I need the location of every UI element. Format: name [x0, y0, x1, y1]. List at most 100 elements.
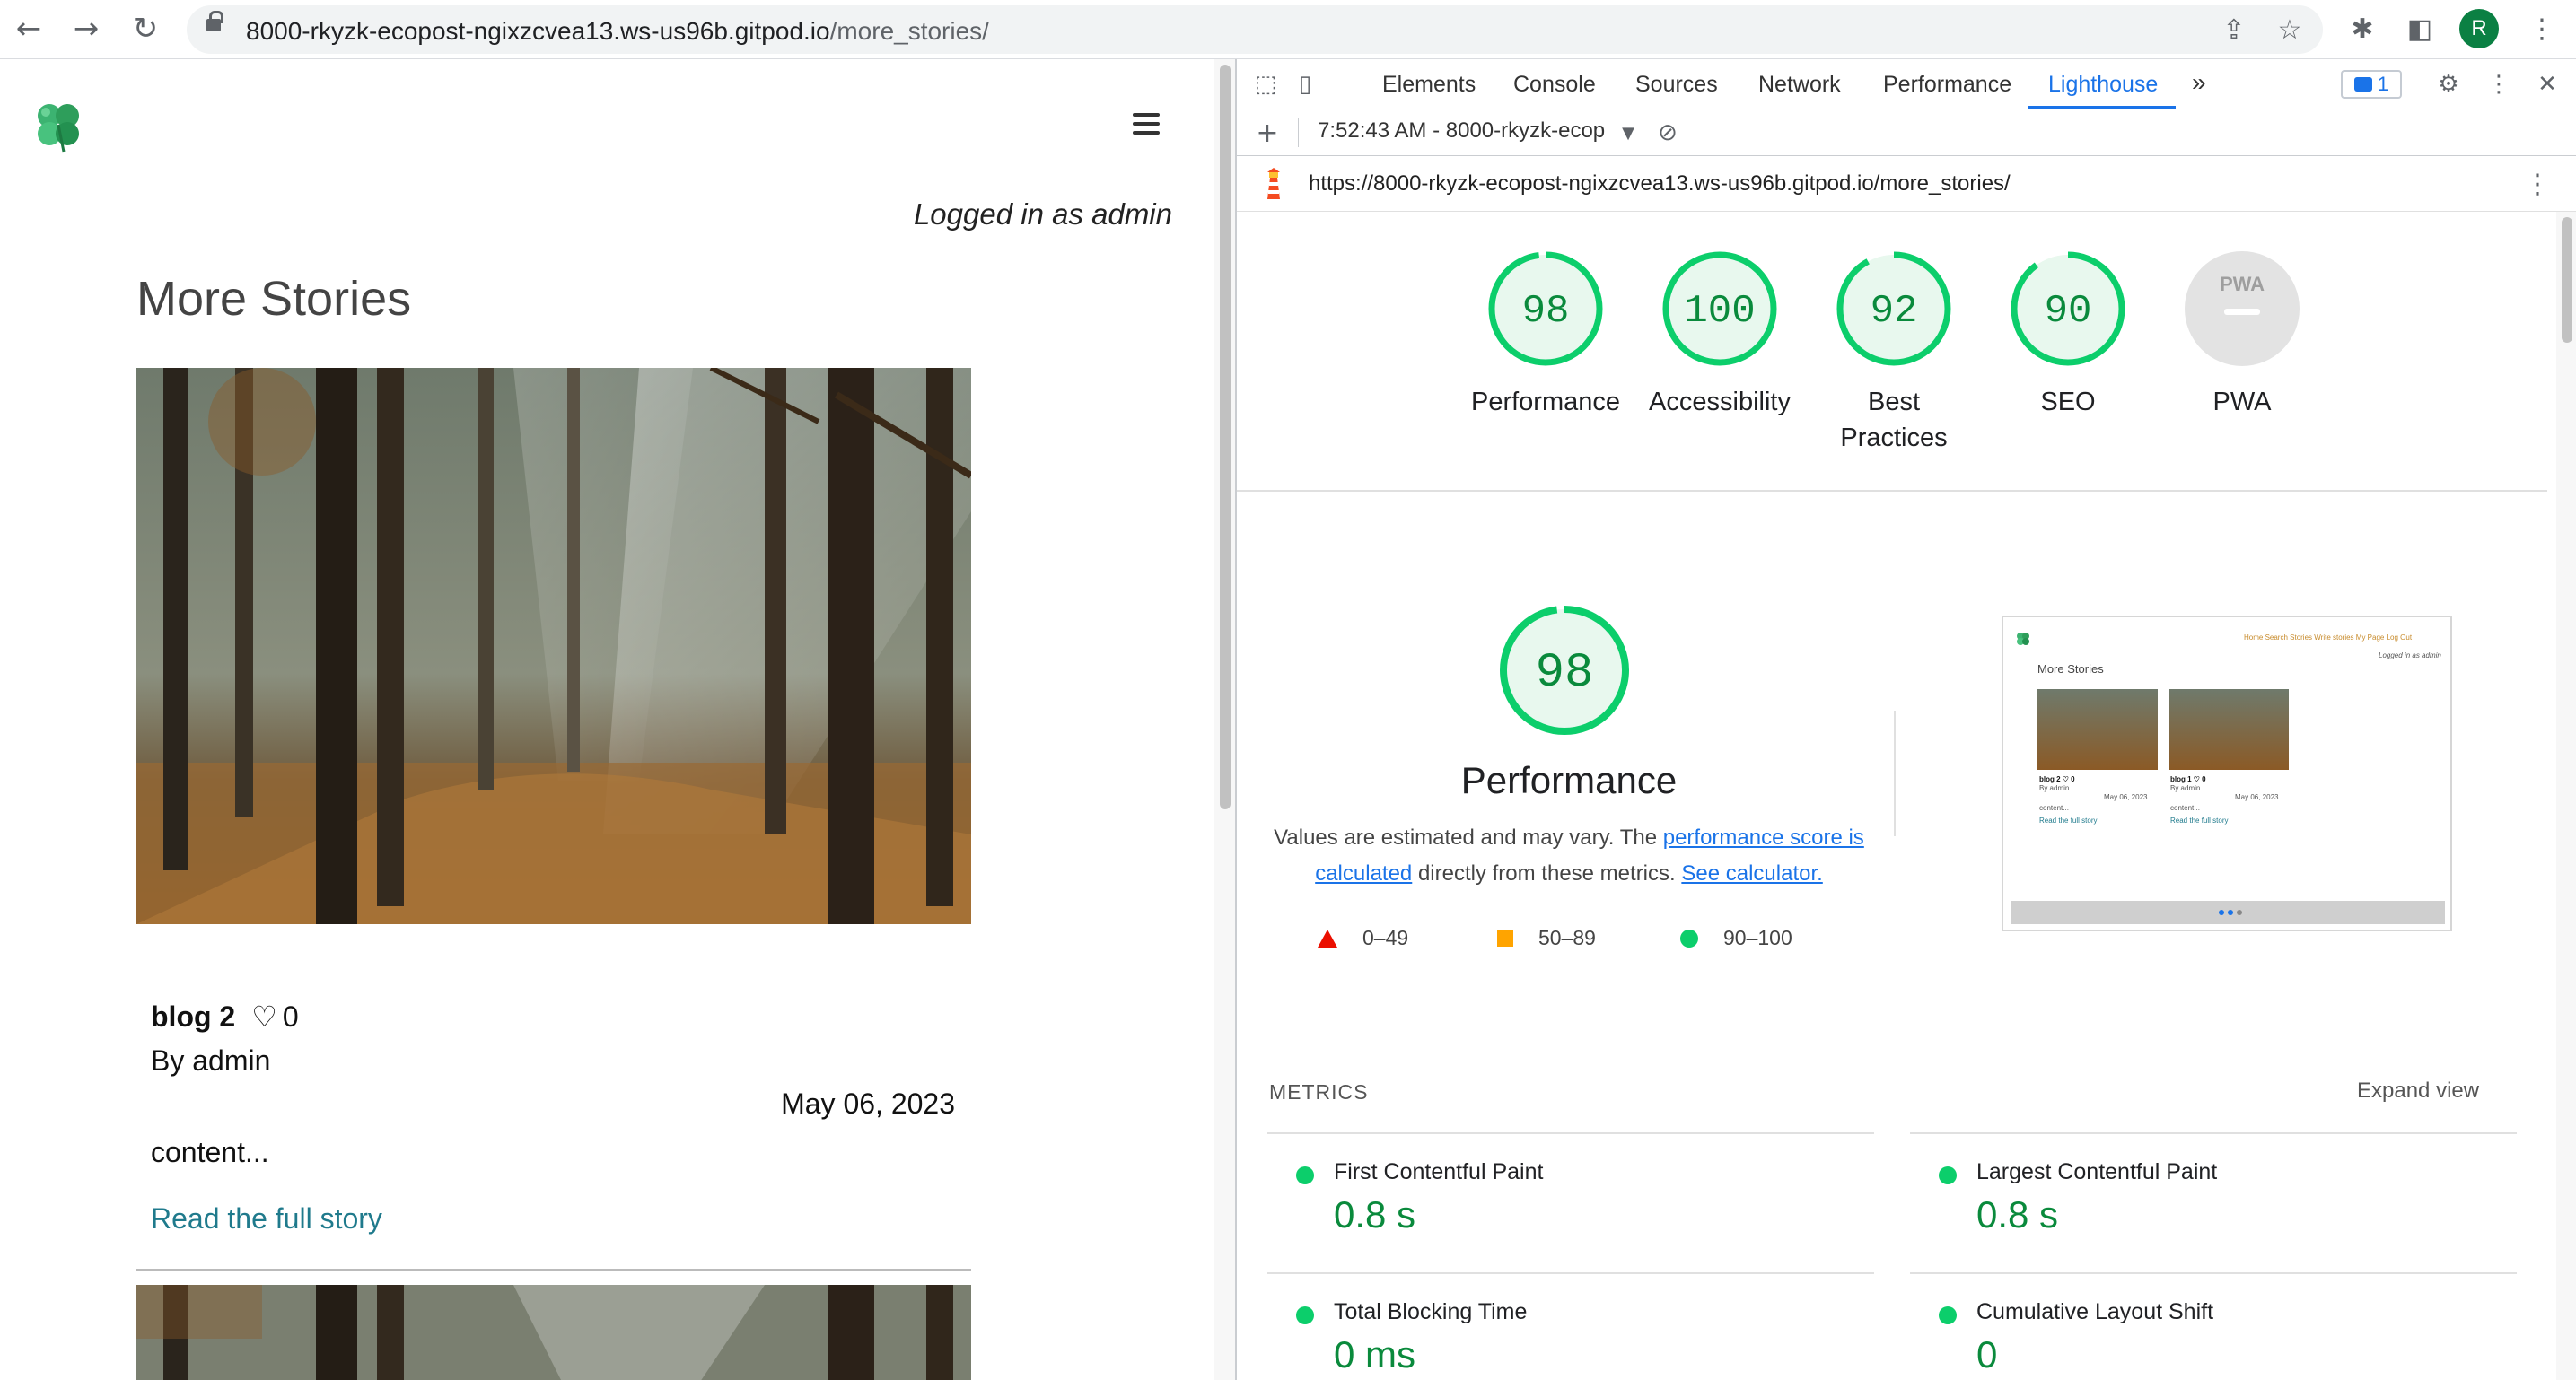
metric-fcp: First Contentful Paint 0.8 s: [1296, 1159, 1853, 1249]
gauge-seo[interactable]: 90: [2009, 249, 2127, 368]
side-panel-icon[interactable]: ◧: [2400, 9, 2440, 48]
see-calculator-link[interactable]: See calculator.: [1681, 861, 1822, 886]
tab-sources[interactable]: Sources: [1635, 72, 1718, 98]
thumb-logged-in: Logged in as admin: [2379, 651, 2441, 659]
gauge-label: SEO: [2040, 388, 2096, 416]
pass-circle-icon: [1296, 1166, 1314, 1184]
report-selector[interactable]: 7:52:43 AM - 8000-rkyzk-ecop: [1318, 118, 1623, 144]
thumb-card1-content: content...: [2039, 804, 2069, 812]
issues-badge[interactable]: 1: [2341, 70, 2402, 99]
browser-toolbar: ← → ↻ 8000-rkyzk-ecopost-ngixzcvea13.ws-…: [0, 0, 2576, 59]
thumb-card1-date: May 06, 2023: [2104, 793, 2148, 801]
close-devtools-icon[interactable]: ✕: [2531, 68, 2563, 100]
share-icon[interactable]: ⇪: [2217, 13, 2251, 47]
story-title[interactable]: blog 2: [151, 1000, 235, 1034]
pwa-badge-text: PWA: [2220, 273, 2265, 295]
thumb-footer: [2011, 901, 2445, 924]
profile-avatar[interactable]: R: [2459, 9, 2499, 48]
final-screenshot-thumbnail[interactable]: Home Search Stories Write stories My Pag…: [2002, 616, 2452, 931]
read-full-story-link[interactable]: Read the full story: [151, 1202, 382, 1236]
address-bar[interactable]: 8000-rkyzk-ecopost-ngixzcvea13.ws-us96b.…: [187, 5, 2323, 54]
like-button[interactable]: ♡ 0: [251, 1000, 298, 1034]
tab-elements[interactable]: Elements: [1382, 72, 1476, 98]
settings-gear-icon[interactable]: ⚙: [2432, 68, 2465, 100]
thumb-card1-author: By admin: [2039, 784, 2070, 792]
metric-rule: [1267, 1132, 1874, 1134]
metric-value: 0.8 s: [1976, 1193, 2059, 1236]
lock-icon[interactable]: [206, 11, 223, 31]
address-url[interactable]: 8000-rkyzk-ecopost-ngixzcvea13.ws-us96b.…: [246, 17, 989, 46]
expand-view-button[interactable]: Expand view: [2357, 1079, 2479, 1104]
thumb-card2-author: By admin: [2170, 784, 2201, 792]
gauge-performance[interactable]: 98: [1486, 249, 1605, 368]
thumb-card2-title: blog 1 ♡ 0: [2170, 775, 2206, 783]
score-legend: 0–49 50–89 90–100: [1318, 926, 1856, 958]
gauge-score: 92: [1871, 289, 1918, 334]
back-arrow-icon[interactable]: ←: [9, 9, 48, 48]
story-date: May 06, 2023: [781, 1087, 955, 1120]
metric-rule: [1910, 1132, 2517, 1134]
devtools-scrollbar-thumb[interactable]: [2562, 217, 2572, 343]
devtools-menu-icon[interactable]: ⋮: [2483, 68, 2515, 100]
new-report-plus-icon[interactable]: +: [1251, 117, 1284, 149]
gauge-label: Accessibility: [1649, 388, 1791, 416]
heart-icon[interactable]: ♡: [251, 1000, 277, 1034]
device-toolbar-icon[interactable]: ▯: [1289, 68, 1321, 100]
metric-cls: Cumulative Layout Shift 0: [1939, 1299, 2495, 1380]
thumb-card2-link: Read the full story: [2170, 817, 2229, 825]
pass-circle-icon: [1680, 929, 1698, 948]
thumb-card2-content: content...: [2170, 804, 2200, 812]
tab-console[interactable]: Console: [1513, 72, 1596, 98]
clover-logo[interactable]: [27, 93, 90, 156]
story-author: By admin: [151, 1044, 271, 1077]
legend-pass-label: 90–100: [1723, 926, 1792, 949]
average-square-icon: [1497, 930, 1513, 947]
clear-reports-icon[interactable]: ⊘: [1652, 117, 1684, 149]
bookmark-star-icon[interactable]: ☆: [2273, 13, 2307, 47]
page-scrollbar-thumb[interactable]: [1220, 65, 1231, 809]
desc-text: Values are estimated and may vary. The: [1274, 825, 1663, 850]
vertical-divider: [1894, 711, 1896, 836]
tab-performance[interactable]: Performance: [1883, 72, 2011, 98]
devtools-tabbar: ⬚ ▯ Elements Console Sources Network Per…: [1237, 59, 2576, 109]
pass-circle-icon: [1939, 1306, 1957, 1324]
devtools-panel: ⬚ ▯ Elements Console Sources Network Per…: [1235, 59, 2576, 1380]
metric-name: Total Blocking Time: [1334, 1299, 1528, 1324]
metric-value: 0: [1976, 1333, 1998, 1376]
extensions-puzzle-icon[interactable]: ✱: [2343, 9, 2382, 48]
story-image-2[interactable]: [136, 1285, 971, 1380]
gauge-pwa[interactable]: PWA: [2183, 249, 2301, 368]
legend-fail-label: 0–49: [1362, 926, 1409, 949]
legend-average: 50–89: [1497, 926, 1596, 950]
lighthouse-toolbar: + 7:52:43 AM - 8000-rkyzk-ecop ▼ ⊘: [1237, 109, 2576, 156]
metric-name: Cumulative Layout Shift: [1976, 1299, 2214, 1324]
metric-tbt: Total Blocking Time 0 ms: [1296, 1299, 1853, 1380]
gauge-best-practices[interactable]: 92: [1835, 249, 1953, 368]
more-tabs-button[interactable]: »: [2192, 68, 2206, 97]
story-image[interactable]: [136, 368, 971, 924]
report-options-icon[interactable]: ⋮: [2524, 169, 2551, 200]
performance-section-title: Performance: [1460, 759, 1678, 801]
fail-triangle-icon: [1318, 929, 1337, 948]
reload-icon[interactable]: ↻: [126, 9, 165, 48]
pass-circle-icon: [1296, 1306, 1314, 1324]
menu-hamburger-icon[interactable]: [1133, 113, 1163, 136]
tab-network[interactable]: Network: [1758, 72, 1841, 98]
browser-menu-icon[interactable]: ⋮: [2522, 9, 2562, 48]
inspect-element-icon[interactable]: ⬚: [1249, 68, 1282, 100]
forward-arrow-icon[interactable]: →: [66, 9, 106, 48]
metric-name: Largest Contentful Paint: [1976, 1159, 2218, 1184]
like-count: 0: [282, 1000, 299, 1033]
gauge-accessibility[interactable]: 100: [1660, 249, 1779, 368]
pwa-dash-icon: [2224, 309, 2260, 315]
devtools-scrollbar[interactable]: [2556, 212, 2576, 1380]
thumb-card1-link: Read the full story: [2039, 817, 2098, 825]
logged-in-status: Logged in as admin: [913, 197, 1172, 231]
metric-rule: [1910, 1272, 2517, 1274]
tab-lighthouse[interactable]: Lighthouse: [2048, 72, 2158, 98]
thumb-clover-icon: [2017, 633, 2029, 645]
performance-large-score: 98: [1536, 646, 1594, 701]
page-scrollbar[interactable]: [1214, 59, 1235, 1380]
gauge-score: 90: [2045, 289, 2092, 334]
report-dropdown-chevron-icon[interactable]: ▼: [1612, 117, 1644, 149]
